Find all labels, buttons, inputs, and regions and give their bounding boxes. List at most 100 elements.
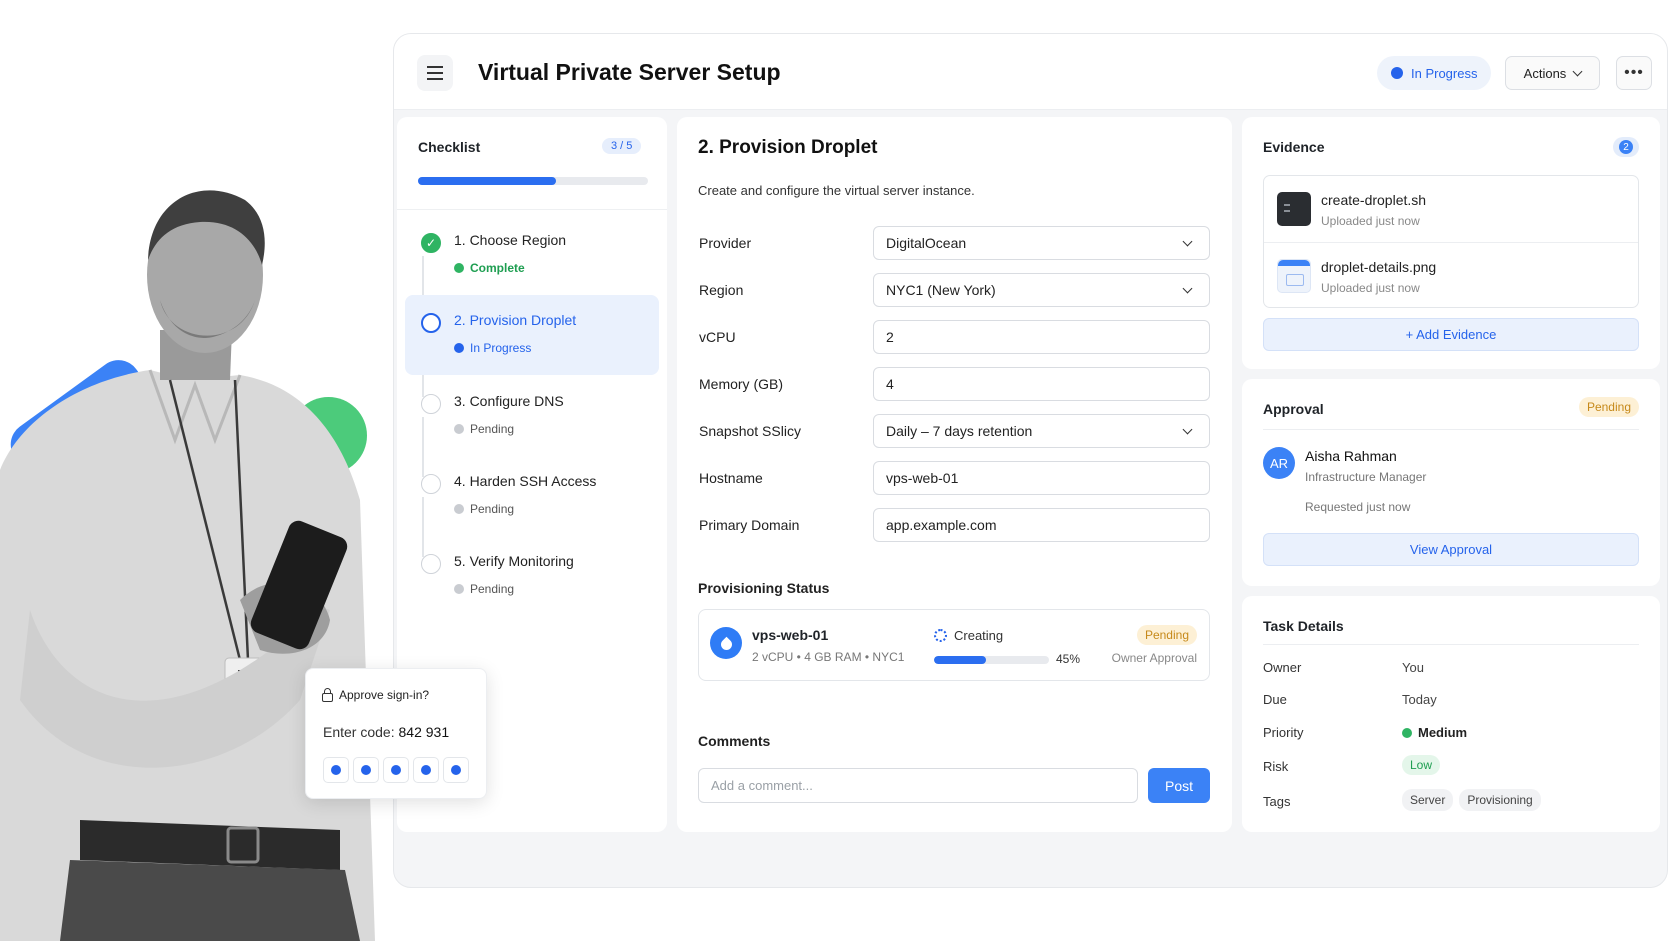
step-name: 2. Provision Droplet [454,312,577,328]
step-status-label: Pending [470,422,515,436]
evidence-list: create-droplet.sh Uploaded just now drop… [1263,175,1639,308]
actions-label: Actions [1523,65,1567,81]
provider-label: Provider [699,235,752,251]
snapshot-policy-value: Daily – 7 days retention [886,423,1033,439]
evidence-file-item[interactable]: create-droplet.sh Uploaded just now [1264,176,1638,242]
priority-dot-icon [1402,727,1412,738]
priority-label: Priority [1263,725,1304,740]
due-label: Due [1263,692,1287,707]
ellipsis-icon: ••• [1624,64,1644,81]
pin-digit[interactable] [383,757,409,783]
task-details-panel: Task Details Owner You Due Today Priorit… [1242,596,1660,832]
step-name: 3. Configure DNS [454,393,564,409]
person-photo [0,190,375,941]
pending-badge: Pending [1136,625,1197,645]
due-value: Today [1402,692,1437,707]
pending-step-icon [421,474,441,494]
section-title: 2. Provision Droplet [698,137,878,158]
hostname-input[interactable]: vps-web-01 [873,461,1210,495]
pin-digit[interactable] [413,757,439,783]
risk-badge: Low [1402,755,1441,775]
pin-digit[interactable] [353,757,379,783]
owner-approval-note: Owner Approval [1111,651,1197,665]
droplet-specs: 2 vCPU • 4 GB RAM • NYC1 [752,650,905,664]
file-name: droplet-details.png [1321,259,1437,275]
tags-label: Tags [1263,794,1291,809]
evidence-panel: Evidence 2 create-droplet.sh Uploaded ju… [1242,117,1660,369]
avatar: AR [1263,447,1295,479]
provider-select[interactable]: DigitalOcean [873,226,1210,260]
checklist-title: Checklist [418,139,481,155]
chevron-down-icon [1182,424,1193,434]
provisioning-percent: 45% [1056,652,1081,666]
memory-value: 4 [886,376,894,392]
view-approval-button[interactable]: View Approval [1263,533,1639,566]
app-window: Virtual Private Server Setup In Progress… [393,33,1668,888]
vcpu-label: vCPU [699,329,736,345]
vcpu-input[interactable]: 2 [873,320,1210,354]
status-label: In Progress [1411,65,1478,81]
provisioning-status-heading: Provisioning Status [698,580,830,596]
evidence-count: 2 [1619,140,1633,154]
tag[interactable]: Provisioning [1459,789,1541,811]
comment-placeholder: Add a comment... [711,778,813,793]
top-bar: Virtual Private Server Setup In Progress… [394,34,1667,110]
approval-panel: Approval Pending AR Aisha Rahman Infrast… [1242,379,1660,586]
comment-input[interactable]: Add a comment... [698,768,1138,803]
code-value: 842 931 [398,724,450,740]
checklist-step-provision-droplet[interactable]: 2. Provision Droplet In Progress [405,295,659,375]
actions-dropdown-button[interactable]: Actions [1505,56,1600,90]
chevron-down-icon [1572,66,1583,76]
evidence-file-item[interactable]: droplet-details.png Uploaded just now [1264,242,1638,308]
evidence-title: Evidence [1263,139,1325,155]
provisioning-progress-bar [934,656,1049,664]
snapshot-policy-label: Snapshot SSlicy [699,423,801,439]
main-panel: 2. Provision Droplet Create and configur… [677,117,1232,832]
snapshot-policy-select[interactable]: Daily – 7 days retention [873,414,1210,448]
priority-value: Medium [1402,725,1467,740]
checklist-step-choose-region[interactable]: ✓ 1. Choose Region Complete [405,215,659,295]
pin-digit[interactable] [443,757,469,783]
chevron-down-icon [1182,236,1193,246]
signin-approval-popup: Approve sign-in? Enter code: 842 931 [305,668,487,799]
tag[interactable]: Server [1402,789,1454,811]
memory-input[interactable]: 4 [873,367,1210,401]
more-options-button[interactable]: ••• [1616,56,1652,90]
file-meta: Uploaded just now [1321,281,1420,295]
risk-value: Low [1402,755,1441,775]
hamburger-menu-icon[interactable] [417,55,453,91]
step-status: In Progress [454,341,531,355]
pin-digit[interactable] [323,757,349,783]
pending-step-icon [421,394,441,414]
checklist-step-verify-monitoring[interactable]: 5. Verify Monitoring Pending [405,536,659,616]
step-status: Pending [454,422,514,436]
droplet-icon [710,627,742,659]
approval-title: Approval [1263,401,1324,417]
step-status-label: In Progress [470,341,532,355]
region-label: Region [699,282,744,298]
region-value: NYC1 (New York) [886,282,996,298]
checklist-step-configure-dns[interactable]: 3. Configure DNS Pending [405,376,659,456]
verification-code: Enter code: 842 931 [323,724,449,740]
post-comment-button[interactable]: Post [1148,768,1210,803]
step-status: Pending [454,502,514,516]
section-description: Create and configure the virtual server … [698,183,975,198]
pending-step-icon [421,554,441,574]
evidence-count-badge: 2 [1613,137,1639,157]
hostname-label: Hostname [699,470,763,486]
divider [1263,429,1639,430]
provisioning-status-card: vps-web-01 2 vCPU • 4 GB RAM • NYC1 Crea… [698,609,1210,681]
script-file-icon [1277,192,1311,226]
code-prefix: Enter code: [323,724,395,740]
primary-domain-input[interactable]: app.example.com [873,508,1210,542]
checklist-step-harden-ssh[interactable]: 4. Harden SSH Access Pending [405,456,659,536]
requested-time: Requested just now [1305,500,1411,514]
loading-spinner-icon [934,629,947,642]
creating-status: Creating [934,628,1003,643]
add-evidence-button[interactable]: + Add Evidence [1263,318,1639,351]
step-status-label: Complete [470,261,525,275]
status-dot-icon [1391,67,1403,79]
step-status: Complete [454,261,525,275]
region-select[interactable]: NYC1 (New York) [873,273,1210,307]
owner-label: Owner [1263,660,1302,675]
